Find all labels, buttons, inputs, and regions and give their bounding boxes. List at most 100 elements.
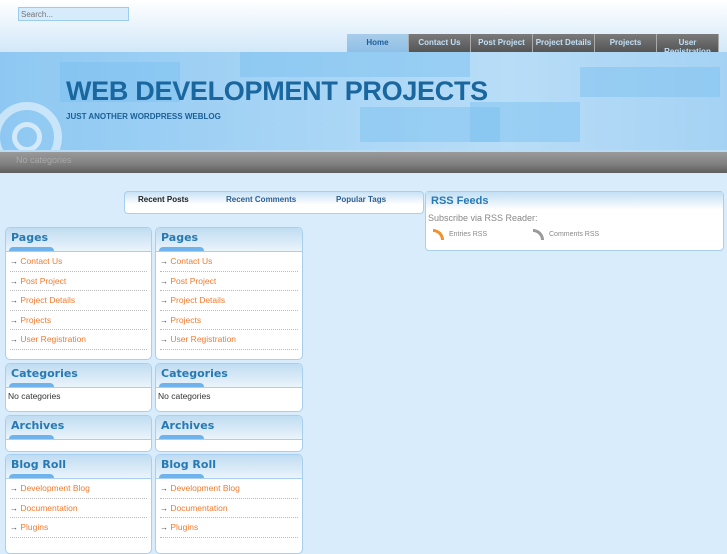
arrow-icon: → xyxy=(10,296,18,306)
tab-popular-tags[interactable]: Popular Tags xyxy=(336,195,386,204)
arrow-icon: → xyxy=(10,257,18,266)
rss-widget: RSS Feeds Subscribe via RSS Reader: Entr… xyxy=(425,191,724,251)
list-link[interactable]: Plugins xyxy=(20,522,48,532)
list-link[interactable]: Contact Us xyxy=(170,256,212,266)
widget-header: Archives xyxy=(6,416,151,440)
widget-title: Blog Roll xyxy=(161,458,216,471)
arrow-icon: → xyxy=(10,335,18,345)
arrow-icon: → xyxy=(160,296,168,306)
list-item[interactable]: → Contact Us xyxy=(10,252,147,272)
nav-home[interactable]: Home xyxy=(347,34,409,52)
rss-icon xyxy=(433,229,444,240)
widget-title: Blog Roll xyxy=(11,458,66,471)
list-item[interactable]: → Contact Us xyxy=(160,252,298,272)
nav-contact-us[interactable]: Contact Us xyxy=(409,34,471,52)
arrow-icon: → xyxy=(10,523,18,533)
arrow-icon: → xyxy=(160,523,168,533)
archives-widget: Archives xyxy=(155,415,303,452)
list-item[interactable]: → Post Project xyxy=(10,272,147,292)
widget-header: Pages xyxy=(156,228,302,252)
list-item[interactable]: → Development Blog xyxy=(10,479,147,499)
list-item[interactable]: → Plugins xyxy=(160,518,298,538)
arrow-icon: → xyxy=(10,315,18,325)
list-link[interactable]: Projects xyxy=(20,315,51,325)
header-tab-accent xyxy=(9,435,54,439)
arrow-icon: → xyxy=(10,276,18,286)
arrow-icon: → xyxy=(160,503,168,513)
comments-rss-link[interactable]: Comments RSS xyxy=(533,229,599,240)
header-tab-accent xyxy=(159,435,204,439)
pages-widget: Pages → Contact Us → Post Project → Project… xyxy=(5,227,152,360)
list-link[interactable]: Post Project xyxy=(20,276,66,286)
categories-widget: Categories No categories xyxy=(5,363,152,412)
list-link[interactable]: User Registration xyxy=(170,334,236,344)
list-item[interactable]: → Project Details xyxy=(10,291,147,311)
list-item[interactable]: → Projects xyxy=(10,311,147,331)
widget-header: Archives xyxy=(156,416,302,440)
list-item[interactable]: → Plugins xyxy=(10,518,147,538)
nav-user-registration[interactable]: User Registration xyxy=(657,34,719,52)
widget-header: Pages xyxy=(6,228,151,252)
widget-header: Categories xyxy=(6,364,151,388)
list-link[interactable]: Plugins xyxy=(170,522,198,532)
nav-project-details[interactable]: Project Details xyxy=(533,34,595,52)
entries-rss-link[interactable]: Entries RSS xyxy=(433,229,487,240)
widget-title: Archives xyxy=(161,419,215,432)
rss-title: RSS Feeds xyxy=(426,192,723,210)
header-tab-accent xyxy=(159,474,204,478)
list-item[interactable]: → Documentation xyxy=(10,499,147,519)
arrow-icon: → xyxy=(160,335,168,345)
blogroll-list: → Development Blog → Documentation → Plugi… xyxy=(6,479,151,538)
list-item[interactable]: → User Registration xyxy=(160,330,298,350)
category-bar: No categories xyxy=(0,150,727,173)
header-tab-accent xyxy=(9,474,54,478)
blogroll-list: → Development Blog → Documentation → Plugi… xyxy=(156,479,302,538)
widget-title: Categories xyxy=(161,367,228,380)
pages-list: → Contact Us → Post Project → Project Deta… xyxy=(156,252,302,350)
arrow-icon: → xyxy=(10,503,18,513)
arrow-icon: → xyxy=(160,484,168,493)
categories-widget: Categories No categories xyxy=(155,363,303,412)
arrow-icon: → xyxy=(160,257,168,266)
nav-post-project[interactable]: Post Project xyxy=(471,34,533,52)
list-link[interactable]: Project Details xyxy=(20,295,75,305)
list-link[interactable]: Documentation xyxy=(20,503,77,513)
rss-icon xyxy=(533,229,544,240)
widget-header: Blog Roll xyxy=(156,455,302,479)
arrow-icon: → xyxy=(160,315,168,325)
tab-recent-comments[interactable]: Recent Comments xyxy=(226,195,296,204)
search-input[interactable] xyxy=(18,7,129,21)
list-link[interactable]: Contact Us xyxy=(20,256,62,266)
list-item[interactable]: → Development Blog xyxy=(160,479,298,499)
list-item[interactable]: → Documentation xyxy=(160,499,298,519)
blogroll-widget: Blog Roll → Development Blog → Documentati… xyxy=(155,454,303,554)
list-link[interactable]: Project Details xyxy=(170,295,225,305)
tab-recent-posts[interactable]: Recent Posts xyxy=(138,195,189,204)
widget-title: Pages xyxy=(161,231,199,244)
list-item[interactable]: → Project Details xyxy=(160,291,298,311)
list-link[interactable]: Development Blog xyxy=(20,483,89,493)
widget-title: Categories xyxy=(11,367,78,380)
list-item[interactable]: → Projects xyxy=(160,311,298,331)
widget-title: Pages xyxy=(11,231,49,244)
site-title[interactable]: WEB DEVELOPMENT PROJECTS xyxy=(66,76,488,107)
pages-list: → Contact Us → Post Project → Project Deta… xyxy=(6,252,151,350)
header-tab-accent xyxy=(159,247,204,251)
list-link[interactable]: Documentation xyxy=(170,503,227,513)
header-tab-accent xyxy=(159,383,204,387)
header-tab-accent xyxy=(9,247,54,251)
list-link[interactable]: Development Blog xyxy=(170,483,239,493)
list-item[interactable]: → Post Project xyxy=(160,272,298,292)
nav-projects[interactable]: Projects xyxy=(595,34,657,52)
main-nav: Home Contact Us Post Project Project Det… xyxy=(347,34,719,52)
archives-widget: Archives xyxy=(5,415,152,452)
list-item[interactable]: → User Registration xyxy=(10,330,147,350)
categories-text: No categories xyxy=(158,391,211,401)
categories-text: No categories xyxy=(8,391,61,401)
list-link[interactable]: Projects xyxy=(170,315,201,325)
list-link[interactable]: User Registration xyxy=(20,334,86,344)
header-tab-accent xyxy=(9,383,54,387)
comments-rss-label: Comments RSS xyxy=(549,231,600,238)
list-link[interactable]: Post Project xyxy=(170,276,216,286)
arrow-icon: → xyxy=(160,276,168,286)
